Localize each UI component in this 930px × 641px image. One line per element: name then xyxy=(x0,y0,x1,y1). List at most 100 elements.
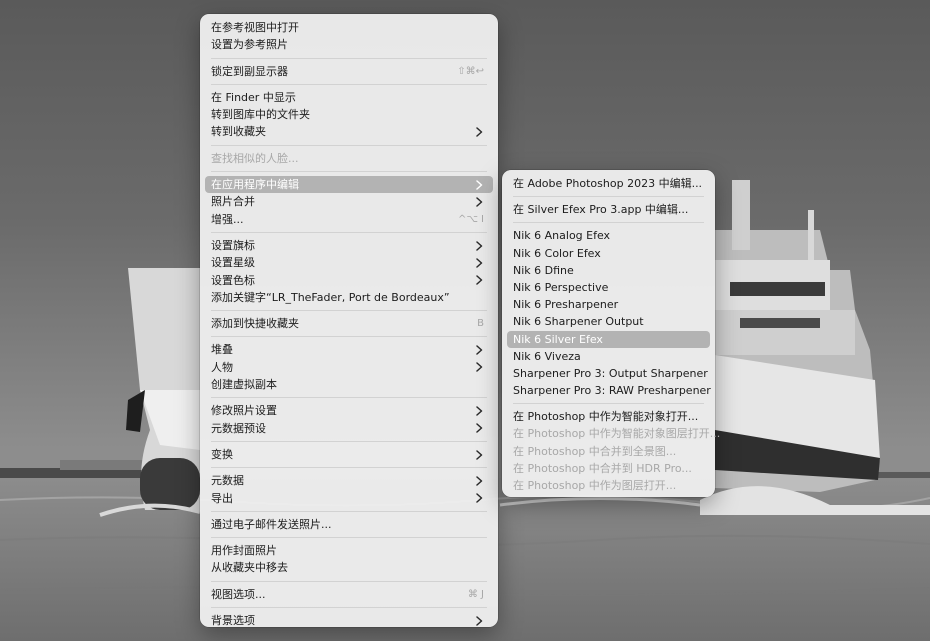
edit-in-submenu-item[interactable]: 在 Silver Efex Pro 3.app 中编辑... xyxy=(507,201,710,218)
menu-item-label: 增强... xyxy=(211,212,244,226)
chevron-right-icon xyxy=(474,472,484,489)
menu-item-label: 设置色标 xyxy=(211,273,255,287)
edit-in-submenu-item[interactable]: 在 Adobe Photoshop 2023 中编辑... xyxy=(507,175,710,192)
menu-item-label: 修改照片设置 xyxy=(211,404,277,418)
chevron-right-icon xyxy=(474,272,484,289)
menu-item-label: Nik 6 Dfine xyxy=(513,263,574,277)
edit-in-submenu-item[interactable]: Nik 6 Viveza xyxy=(507,348,710,365)
context-menu-item[interactable]: 导出 xyxy=(205,490,493,507)
chevron-right-icon xyxy=(474,490,484,507)
context-menu-item[interactable]: 用作封面照片 xyxy=(205,542,493,559)
keyboard-shortcut: ⇧⌘↩ xyxy=(457,65,484,77)
menu-item-label: Nik 6 Presharpener xyxy=(513,298,619,312)
edit-in-submenu-item[interactable]: Nik 6 Presharpener xyxy=(507,296,710,313)
menu-item-label: 查找相似的人脸... xyxy=(211,151,299,165)
context-menu-item[interactable]: 人物 xyxy=(205,359,493,376)
context-menu-item[interactable]: 添加关键字“LR_TheFader, Port de Bordeaux” xyxy=(205,289,493,306)
keyboard-shortcut: ⌘ J xyxy=(467,588,484,600)
menu-separator xyxy=(211,397,487,399)
context-menu-item[interactable]: 在应用程序中编辑 xyxy=(205,176,493,194)
edit-in-submenu-item[interactable]: Nik 6 Sharpener Output xyxy=(507,313,710,330)
chevron-right-icon xyxy=(474,420,484,437)
chevron-right-icon xyxy=(474,254,484,271)
menu-item-label: 在 Photoshop 中作为智能对象图层打开... xyxy=(513,427,721,441)
context-menu-item[interactable]: 通过电子邮件发送照片... xyxy=(205,516,493,533)
edit-in-submenu-item: 在 Photoshop 中作为图层打开... xyxy=(507,477,710,494)
chevron-right-icon xyxy=(474,341,484,358)
context-menu-item[interactable]: 转到图库中的文件夹 xyxy=(205,106,493,123)
edit-in-submenu-item: 在 Photoshop 中合并到全景图... xyxy=(507,443,710,460)
menu-item-label: 设置旗标 xyxy=(211,238,255,252)
edit-in-submenu-item[interactable]: Sharpener Pro 3: Output Sharpener xyxy=(507,365,710,382)
edit-in-submenu: 在 Adobe Photoshop 2023 中编辑... 在 Silver Ef… xyxy=(502,170,720,497)
menu-item-label: 在 Adobe Photoshop 2023 中编辑... xyxy=(513,177,703,190)
menu-item-label: 设置星级 xyxy=(211,256,255,270)
menu-separator xyxy=(211,537,487,539)
context-menu-item[interactable]: 创建虚拟副本 xyxy=(205,376,493,393)
edit-in-submenu-item[interactable]: Sharpener Pro 3: RAW Presharpener xyxy=(507,382,711,399)
context-menu-item[interactable]: 堆叠 xyxy=(205,341,493,358)
context-menu: 在参考视图中打开设置为参考照片 锁定到副显示器 ⇧⌘↩ 在 Finder 中显示转到图… xyxy=(200,14,498,627)
menu-item-label: Sharpener Pro 3: RAW Presharpener xyxy=(513,384,711,398)
menu-item-label: 视图选项... xyxy=(211,587,266,601)
menu-item-label: 用作封面照片 xyxy=(211,544,277,558)
context-menu-item[interactable]: 视图选项... ⌘ J xyxy=(205,586,493,603)
edit-in-submenu-item[interactable]: Nik 6 Perspective xyxy=(507,279,710,296)
menu-item-label: 添加到快捷收藏夹 xyxy=(211,317,299,331)
edit-in-submenu-item[interactable]: Nik 6 Silver Efex xyxy=(507,330,710,348)
menu-item-label: 堆叠 xyxy=(211,343,233,357)
context-menu-item[interactable]: 添加到快捷收藏夹 B xyxy=(205,315,493,332)
menu-item-label: 锁定到副显示器 xyxy=(211,64,288,78)
context-menu-item[interactable]: 元数据 xyxy=(205,472,493,489)
context-menu-item[interactable]: 照片合并 xyxy=(205,193,493,210)
menu-item-label: 元数据预设 xyxy=(211,421,266,435)
menu-item-label: 设置为参考照片 xyxy=(211,38,288,52)
menu-item-label: 从收藏夹中移去 xyxy=(211,561,288,575)
context-menu-item[interactable]: 设置星级 xyxy=(205,254,493,271)
menu-separator xyxy=(211,83,487,85)
edit-in-submenu-item[interactable]: 在 Photoshop 中作为智能对象打开... xyxy=(507,408,710,425)
menu-separator xyxy=(211,144,487,146)
menu-item-label: 转到图库中的文件夹 xyxy=(211,108,310,122)
edit-in-submenu-item[interactable]: Nik 6 Color Efex xyxy=(507,245,710,262)
edit-in-submenu-item[interactable]: Nik 6 Analog Efex xyxy=(507,227,710,244)
menu-separator xyxy=(211,607,487,609)
menu-item-label: 元数据 xyxy=(211,474,244,488)
chevron-right-icon xyxy=(474,446,484,463)
menu-item-label: 在应用程序中编辑 xyxy=(211,178,299,192)
context-menu-item[interactable]: 锁定到副显示器 ⇧⌘↩ xyxy=(205,63,493,80)
menu-item-label: Nik 6 Analog Efex xyxy=(513,229,611,243)
context-menu-item[interactable]: 变换 xyxy=(205,446,493,463)
context-menu-item[interactable]: 在参考视图中打开 xyxy=(205,19,493,36)
menu-separator xyxy=(513,403,704,405)
context-menu-item: 查找相似的人脸... xyxy=(205,150,493,167)
menu-item-label: Sharpener Pro 3: Output Sharpener xyxy=(513,366,708,380)
menu-item-label: Nik 6 Silver Efex xyxy=(513,332,603,346)
menu-item-label: Nik 6 Perspective xyxy=(513,280,609,294)
menu-separator xyxy=(211,310,487,312)
context-menu-item[interactable]: 设置色标 xyxy=(205,272,493,289)
context-menu-item[interactable]: 设置为参考照片 xyxy=(205,36,493,53)
menu-item-label: Nik 6 Color Efex xyxy=(513,246,601,260)
menu-item-label: 添加关键字“LR_TheFader, Port de Bordeaux” xyxy=(211,290,450,304)
edit-in-submenu-item[interactable]: Nik 6 Dfine xyxy=(507,262,710,279)
context-menu-item[interactable]: 元数据预设 xyxy=(205,420,493,437)
menu-separator xyxy=(211,171,487,173)
context-menu-item[interactable]: 增强... ^⌥ I xyxy=(205,211,493,228)
context-menu-item[interactable]: 转到收藏夹 xyxy=(205,123,493,140)
menu-item-label: 变换 xyxy=(211,447,233,461)
menu-item-label: 在 Photoshop 中合并到全景图... xyxy=(513,444,677,458)
edit-in-submenu-item: 在 Photoshop 中作为智能对象图层打开... xyxy=(507,425,720,442)
context-menu-item[interactable]: 背景选项 xyxy=(205,612,493,629)
menu-item-label: 在 Photoshop 中作为图层打开... xyxy=(513,479,677,492)
context-menu-item[interactable]: 修改照片设置 xyxy=(205,402,493,419)
menu-item-label: Nik 6 Viveza xyxy=(513,349,581,363)
menu-separator xyxy=(211,57,487,59)
context-menu-item[interactable]: 在 Finder 中显示 xyxy=(205,89,493,106)
menu-item-label: 照片合并 xyxy=(211,195,255,209)
edit-in-submenu-item: 在 Photoshop 中合并到 HDR Pro... xyxy=(507,460,710,477)
menu-separator xyxy=(211,580,487,582)
context-menu-item[interactable]: 设置旗标 xyxy=(205,237,493,254)
menu-separator xyxy=(211,231,487,233)
context-menu-item[interactable]: 从收藏夹中移去 xyxy=(205,559,493,576)
